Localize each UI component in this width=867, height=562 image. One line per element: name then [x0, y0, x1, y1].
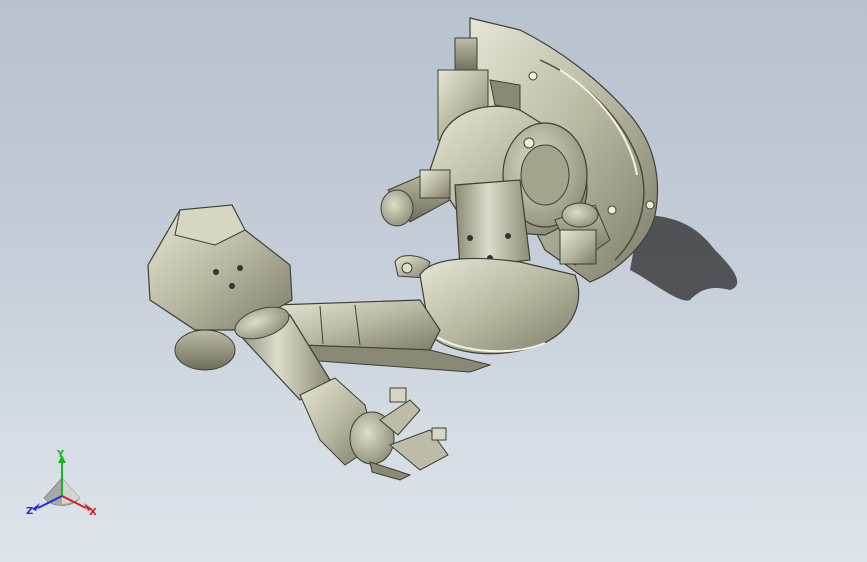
- orientation-triad[interactable]: Y X Z: [22, 448, 112, 528]
- x-axis-label: X: [89, 507, 97, 518]
- robot-base-drum: [419, 257, 580, 355]
- z-axis-label: Z: [26, 506, 33, 517]
- robot-gripper: [299, 377, 449, 481]
- motor-left: [380, 169, 451, 227]
- y-axis-label: Y: [56, 449, 65, 460]
- robot-arm-model[interactable]: [0, 0, 867, 562]
- graphics-viewport[interactable]: Y X Z: [0, 0, 867, 562]
